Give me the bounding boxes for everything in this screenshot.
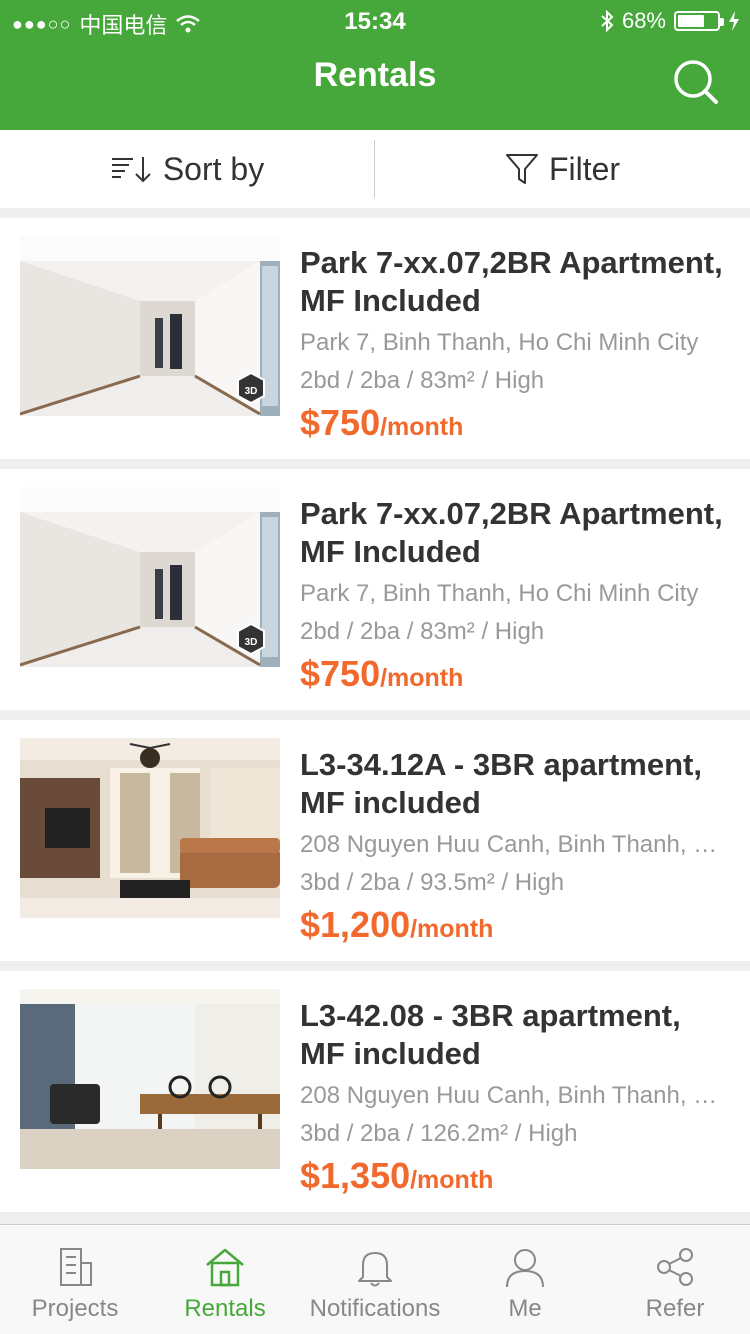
tab-label: Me (508, 1295, 542, 1322)
tab-me[interactable]: Me (450, 1225, 600, 1334)
rental-list: 3D Park 7-xx.07,2BR Apartment, MF Includ… (0, 218, 750, 1222)
listing-specs: 3bd / 2ba / 126.2m² / High (300, 1120, 578, 1147)
listing-price: $750 (300, 653, 381, 694)
3d-tour-icon: 3D (237, 372, 265, 404)
listing-info: L3-34.12A - 3BR apartment, MF included 2… (300, 746, 730, 946)
filter-icon (505, 154, 538, 184)
battery-percent: 68% (621, 8, 666, 33)
battery-icon (674, 11, 724, 31)
page-title: Rentals (313, 56, 437, 94)
listing-price: $1,200 (300, 904, 411, 945)
share-icon (657, 1248, 693, 1286)
listing-info: L3-42.08 - 3BR apartment, MF included 20… (300, 997, 730, 1197)
listing-specs: 2bd / 2ba / 83m² / High (300, 618, 545, 645)
tab-label: Refer (645, 1295, 705, 1322)
listing-card[interactable]: L3-42.08 - 3BR apartment, MF included 20… (0, 971, 750, 1212)
sort-label: Sort by (162, 150, 265, 187)
price-period: /month (380, 664, 464, 692)
bluetooth-icon (601, 10, 614, 32)
listing-price: $1,350 (300, 1155, 411, 1196)
listing-address: Park 7, Binh Thanh, Ho Chi Minh City (300, 329, 699, 356)
listing-price-row: $750/month (300, 653, 730, 695)
listing-title: L3-42.08 - 3BR apartment, MF included (300, 998, 681, 1071)
search-icon[interactable] (672, 58, 720, 106)
listing-card[interactable]: 3D Park 7-xx.07,2BR Apartment, MF Includ… (0, 469, 750, 710)
sort-button[interactable]: Sort by (0, 130, 375, 208)
building-icon (60, 1248, 92, 1286)
price-period: /month (380, 413, 464, 441)
listing-card[interactable]: 3D Park 7-xx.07,2BR Apartment, MF Includ… (0, 218, 750, 459)
listing-address: 208 Nguyen Huu Canh, Binh Thanh, Ho Chi … (300, 1082, 730, 1109)
price-period: /month (410, 1166, 494, 1194)
house-icon (206, 1248, 244, 1287)
listing-photo: 3D (20, 487, 280, 667)
dining-room-photo (20, 989, 280, 1169)
app-header: ●●●○○ 中国电信 15:34 68% Rentals (0, 0, 750, 130)
tab-notifications[interactable]: Notifications (300, 1225, 450, 1334)
listing-price-row: $1,200/month (300, 904, 730, 946)
3d-tour-icon: 3D (237, 623, 265, 655)
svg-text:3D: 3D (245, 637, 258, 648)
sort-filter-bar: Sort by Filter (0, 130, 750, 208)
listing-card[interactable]: L3-34.12A - 3BR apartment, MF included 2… (0, 720, 750, 961)
listing-title: L3-34.12A - 3BR apartment, MF included (300, 747, 702, 820)
listing-photo (20, 738, 280, 918)
tab-label: Projects (31, 1295, 119, 1322)
filter-button[interactable]: Filter (375, 130, 750, 208)
tab-label: Rentals (184, 1295, 266, 1322)
listing-info: Park 7-xx.07,2BR Apartment, MF Included … (300, 244, 730, 444)
status-right: 68% (600, 8, 740, 34)
tab-projects[interactable]: Projects (0, 1225, 150, 1334)
listing-photo (20, 989, 280, 1169)
sort-icon (111, 157, 151, 183)
listing-price-row: $1,350/month (300, 1155, 730, 1197)
bell-icon (358, 1252, 392, 1287)
listing-photo: 3D (20, 236, 280, 416)
listing-specs: 2bd / 2ba / 83m² / High (300, 367, 545, 394)
listing-specs: 3bd / 2ba / 93.5m² / High (300, 869, 565, 896)
user-icon (506, 1249, 544, 1288)
listing-title: Park 7-xx.07,2BR Apartment, MF Included (300, 245, 723, 318)
tab-label: Notifications (309, 1295, 441, 1322)
listing-address: 208 Nguyen Huu Canh, Binh Thanh, Ho Chi … (300, 831, 730, 858)
listing-info: Park 7-xx.07,2BR Apartment, MF Included … (300, 495, 730, 695)
tab-refer[interactable]: Refer (600, 1225, 750, 1334)
price-period: /month (410, 915, 494, 943)
listing-title: Park 7-xx.07,2BR Apartment, MF Included (300, 496, 723, 569)
listing-price-row: $750/month (300, 402, 730, 444)
listing-price: $750 (300, 402, 381, 443)
tab-rentals[interactable]: Rentals (150, 1225, 300, 1334)
charging-icon (729, 11, 739, 31)
svg-text:3D: 3D (245, 386, 258, 397)
toolbar-divider (374, 140, 375, 198)
living-room-photo (20, 738, 280, 918)
status-bar: ●●●○○ 中国电信 15:34 68% (0, 0, 750, 40)
bottom-tab-bar: Projects Rentals Notifications Me Refer (0, 1224, 750, 1334)
listing-address: Park 7, Binh Thanh, Ho Chi Minh City (300, 580, 699, 607)
filter-label: Filter (548, 150, 621, 187)
